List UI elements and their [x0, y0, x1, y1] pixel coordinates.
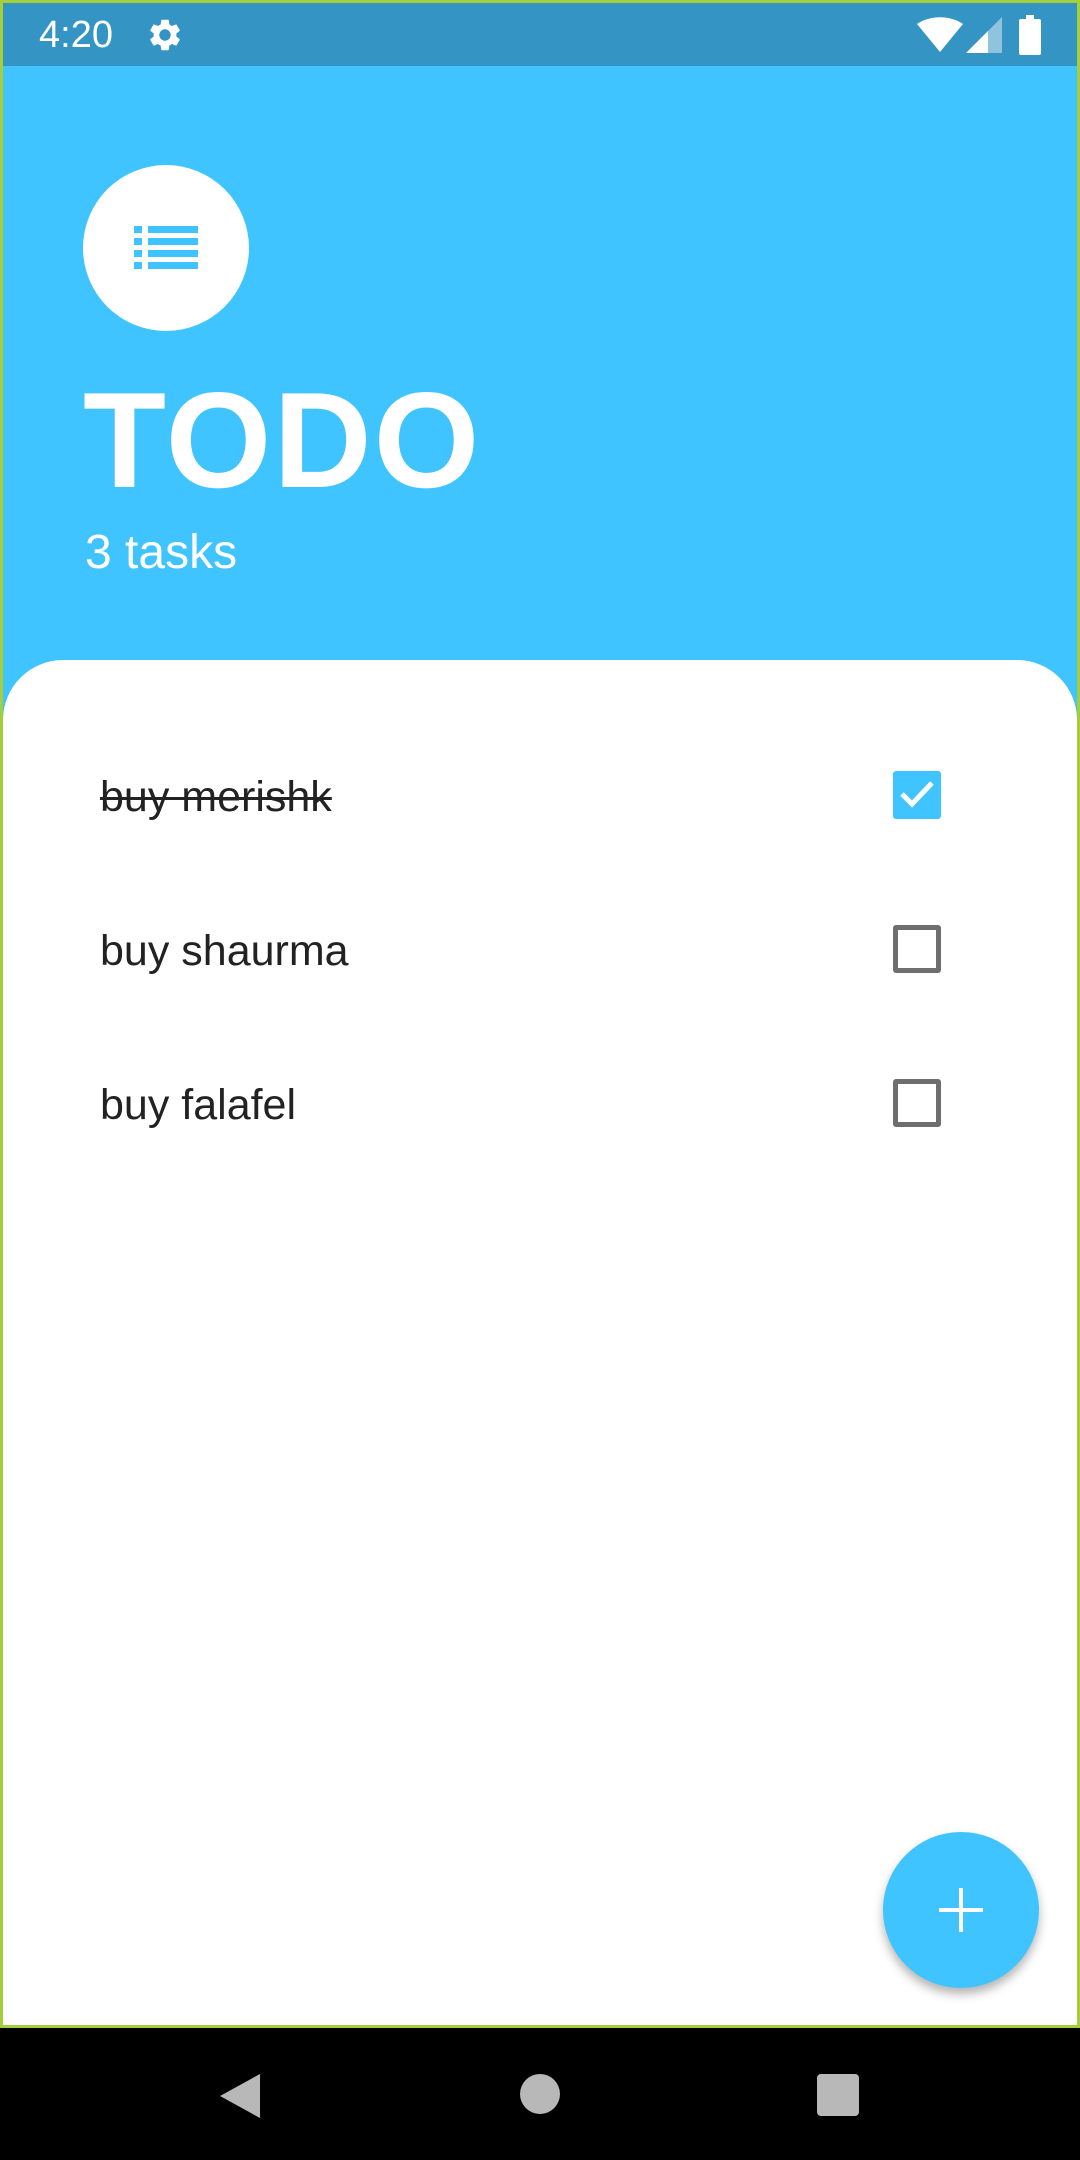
status-time: 4:20	[39, 14, 113, 56]
task-label: buy merishk	[100, 773, 332, 821]
task-row[interactable]: buy shaurma	[3, 881, 1077, 1021]
recents-icon[interactable]	[817, 2074, 859, 2116]
task-row[interactable]: buy falafel	[3, 1035, 1077, 1175]
task-label: buy falafel	[100, 1081, 297, 1129]
task-list-card: buy merishk buy shaurma buy falafel	[3, 660, 1077, 2025]
logo-badge	[83, 165, 249, 331]
battery-icon	[1019, 15, 1041, 55]
app-frame: 4:20 TODO 3 tasks buy merishk buy shaurm…	[0, 0, 1080, 2028]
task-row[interactable]: buy merishk	[3, 727, 1077, 867]
list-icon	[134, 226, 198, 269]
task-checkbox-checked[interactable]	[893, 771, 941, 819]
check-icon	[900, 781, 934, 808]
task-label: buy shaurma	[100, 927, 349, 975]
home-icon[interactable]	[520, 2074, 560, 2114]
task-count: 3 tasks	[85, 526, 238, 579]
app-title: TODO	[83, 364, 482, 516]
plus-icon	[939, 1888, 983, 1932]
add-task-button[interactable]	[883, 1832, 1039, 1988]
wifi-icon	[917, 17, 963, 52]
navigation-bar	[0, 2028, 1080, 2160]
status-bar: 4:20	[3, 3, 1077, 66]
task-checkbox[interactable]	[893, 925, 941, 973]
screen: 4:20 TODO 3 tasks buy merishk buy shaurm…	[0, 0, 1080, 2160]
gear-icon	[150, 19, 180, 51]
task-checkbox[interactable]	[893, 1079, 941, 1127]
signal-icon	[966, 17, 1002, 53]
back-icon[interactable]	[220, 2074, 260, 2118]
